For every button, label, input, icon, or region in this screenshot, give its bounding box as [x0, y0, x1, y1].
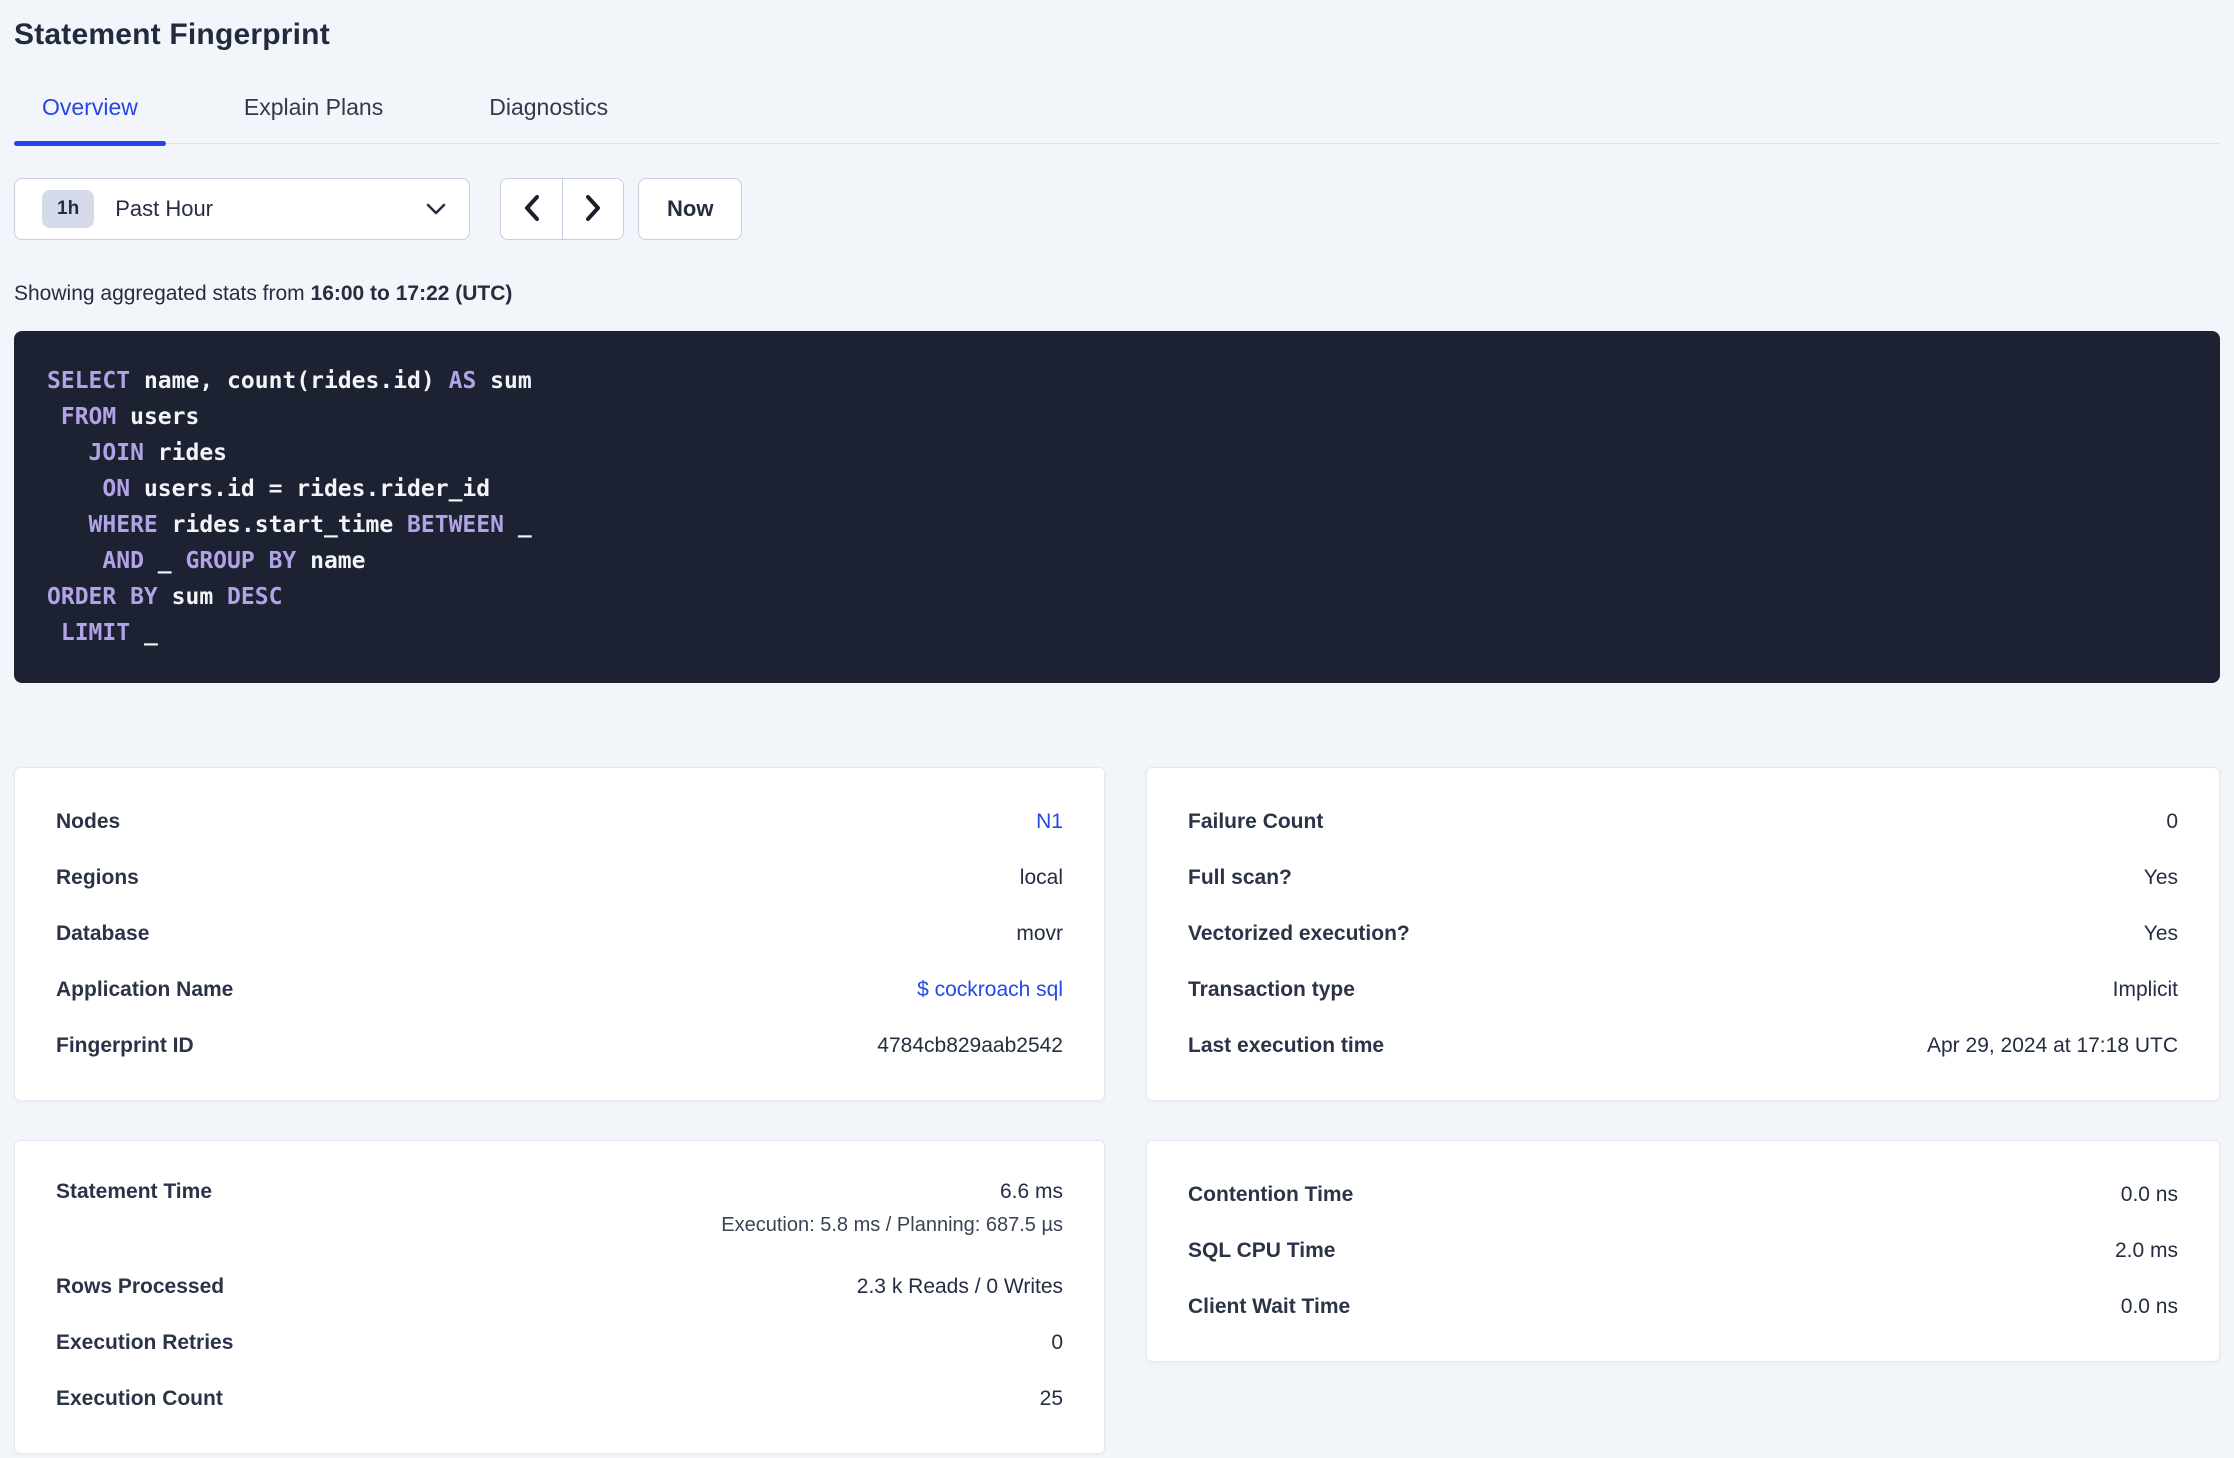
- row-value-group: Apr 29, 2024 at 17:18 UTC: [1927, 1034, 2178, 1058]
- page-title: Statement Fingerprint: [14, 18, 330, 51]
- row-label: Execution Count: [56, 1387, 223, 1410]
- time-step-group: [500, 178, 624, 240]
- row-value-group: 0.0 ns: [2121, 1183, 2178, 1207]
- now-button[interactable]: Now: [638, 178, 743, 240]
- row-value: 25: [1039, 1387, 1063, 1410]
- summary-row: Full scan? Yes: [1188, 850, 2178, 906]
- row-label: Failure Count: [1188, 810, 1324, 833]
- row-value: local: [1019, 866, 1063, 889]
- chevron-left-icon: [523, 194, 541, 225]
- row-label: Transaction type: [1188, 978, 1355, 1001]
- previous-time-button[interactable]: [501, 179, 562, 239]
- stats-note-range: 16:00 to 17:22 (UTC): [310, 282, 513, 305]
- row-value: Yes: [2143, 922, 2178, 945]
- tab-overview[interactable]: Overview: [14, 94, 166, 146]
- row-label: Application Name: [56, 978, 234, 1001]
- tab-diagnostics[interactable]: Diagnostics: [461, 94, 636, 143]
- summary-row: Database movr: [56, 906, 1063, 962]
- page: Statement Fingerprint Overview Explain P…: [0, 0, 2234, 1454]
- row-value: 2.0 ms: [2114, 1239, 2178, 1262]
- row-label: Nodes: [56, 810, 121, 833]
- row-value: 0.0 ns: [2120, 1183, 2178, 1206]
- row-value: 0: [1051, 1331, 1063, 1354]
- row-value-group: N1: [1036, 810, 1063, 834]
- row-value-group: 2.0 ms: [2115, 1239, 2178, 1263]
- row-label: Regions: [56, 866, 139, 889]
- row-value-group: movr: [1016, 922, 1063, 946]
- row-value-group: 0: [2166, 810, 2178, 834]
- summary-cards: Nodes N1 Regions local Database movr App…: [14, 767, 2220, 1454]
- row-value-group: 6.6 ms Execution: 5.8 ms / Planning: 687…: [721, 1180, 1063, 1237]
- row-value-group: 25: [1040, 1387, 1063, 1411]
- statement-details-card: Nodes N1 Regions local Database movr App…: [14, 767, 1105, 1101]
- row-value-group: 0.0 ns: [2121, 1295, 2178, 1319]
- summary-row: Regions local: [56, 850, 1063, 906]
- stats-note-prefix: Showing aggregated stats from: [14, 282, 311, 305]
- sql-statement-box: SELECT name, count(rides.id) AS sum FROM…: [14, 331, 2220, 683]
- summary-row: Failure Count 0: [1188, 794, 2178, 850]
- row-value: Apr 29, 2024 at 17:18 UTC: [1927, 1034, 2178, 1057]
- summary-row: Fingerprint ID 4784cb829aab2542: [56, 1018, 1063, 1074]
- row-value-group: 4784cb829aab2542: [877, 1034, 1063, 1058]
- summary-row: Application Name $ cockroach sql: [56, 962, 1063, 1018]
- summary-row: Nodes N1: [56, 794, 1063, 850]
- row-value: 6.6 ms: [999, 1180, 1063, 1203]
- time-range-select[interactable]: 1h Past Hour: [14, 178, 470, 240]
- row-label: Vectorized execution?: [1188, 922, 1410, 945]
- row-label: SQL CPU Time: [1188, 1239, 1336, 1262]
- row-label: Fingerprint ID: [56, 1034, 194, 1057]
- row-value: Implicit: [2112, 978, 2178, 1001]
- row-value-group: Implicit: [2113, 978, 2178, 1002]
- sql-code: SELECT name, count(rides.id) AS sum FROM…: [47, 368, 532, 646]
- summary-row: Contention Time 0.0 ns: [1188, 1167, 2178, 1223]
- aggregated-stats-note: Showing aggregated stats from 16:00 to 1…: [14, 282, 2220, 306]
- row-value: 0: [2166, 810, 2178, 833]
- row-value-group: $ cockroach sql: [917, 978, 1063, 1002]
- tab-label: Explain Plans: [243, 94, 384, 120]
- summary-row: Client Wait Time 0.0 ns: [1188, 1279, 2178, 1335]
- row-value[interactable]: $ cockroach sql: [917, 978, 1063, 1001]
- chevron-right-icon: [584, 194, 602, 225]
- summary-row: Execution Retries 0: [56, 1315, 1063, 1371]
- row-value[interactable]: N1: [1036, 810, 1063, 833]
- tab-bar: Overview Explain Plans Diagnostics: [14, 94, 2220, 146]
- time-range-badge: 1h: [42, 190, 95, 228]
- wait-times-card: Contention Time 0.0 ns SQL CPU Time 2.0 …: [1146, 1140, 2220, 1362]
- summary-row: Rows Processed 2.3 k Reads / 0 Writes: [56, 1259, 1063, 1315]
- row-value: 2.3 k Reads / 0 Writes: [856, 1275, 1063, 1298]
- summary-row: Execution Count 25: [56, 1371, 1063, 1427]
- row-value-group: 2.3 k Reads / 0 Writes: [857, 1275, 1063, 1299]
- row-value-group: 0: [1051, 1331, 1063, 1355]
- statement-timing-card: Statement Time 6.6 ms Execution: 5.8 ms …: [14, 1140, 1105, 1454]
- chevron-down-icon: [425, 202, 447, 216]
- row-label: Statement Time: [56, 1180, 212, 1203]
- summary-row: SQL CPU Time 2.0 ms: [1188, 1223, 2178, 1279]
- summary-row: Vectorized execution? Yes: [1188, 906, 2178, 962]
- row-label: Database: [56, 922, 150, 945]
- next-time-button[interactable]: [562, 179, 623, 239]
- row-label: Last execution time: [1188, 1034, 1385, 1057]
- execution-attributes-card: Failure Count 0 Full scan? Yes Vectorize…: [1146, 767, 2220, 1101]
- row-value: Yes: [2143, 866, 2178, 889]
- summary-row: Transaction type Implicit: [1188, 962, 2178, 1018]
- time-toolbar: 1h Past Hour Now: [14, 178, 2220, 240]
- summary-row: Last execution time Apr 29, 2024 at 17:1…: [1188, 1018, 2178, 1074]
- row-label: Execution Retries: [56, 1331, 234, 1354]
- row-value: movr: [1016, 922, 1063, 945]
- row-value-group: Yes: [2144, 922, 2178, 946]
- row-subvalue: Execution: 5.8 ms / Planning: 687.5 µs: [721, 1214, 1063, 1236]
- tab-label: Overview: [42, 94, 138, 120]
- row-value: 0.0 ns: [2120, 1295, 2178, 1318]
- time-range-label: Past Hour: [115, 196, 214, 221]
- row-label: Full scan?: [1188, 866, 1292, 889]
- tab-label: Diagnostics: [489, 94, 609, 120]
- row-value: 4784cb829aab2542: [877, 1034, 1063, 1057]
- row-label: Contention Time: [1188, 1183, 1354, 1206]
- row-label: Client Wait Time: [1188, 1295, 1351, 1318]
- tab-explain-plans[interactable]: Explain Plans: [216, 94, 411, 143]
- summary-row: Statement Time 6.6 ms Execution: 5.8 ms …: [56, 1167, 1063, 1259]
- row-value-group: Yes: [2144, 866, 2178, 890]
- row-value-group: local: [1020, 866, 1063, 890]
- row-label: Rows Processed: [56, 1275, 225, 1298]
